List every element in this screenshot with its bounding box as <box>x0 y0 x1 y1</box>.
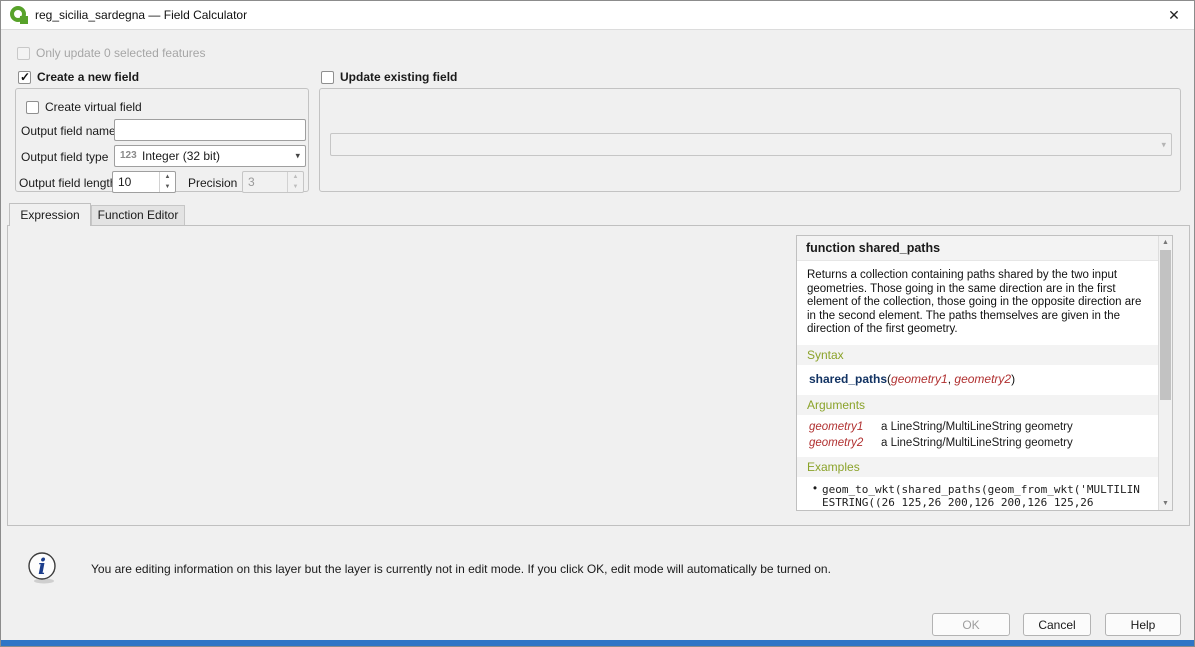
spin-up-icon[interactable]: ▲ <box>288 172 303 182</box>
bullet-icon: • <box>813 483 817 495</box>
examples-header: Examples <box>797 457 1160 477</box>
create-new-field-label: Create a new field <box>37 70 139 85</box>
output-field-type-label: Output field type <box>21 150 108 165</box>
create-virtual-field-label: Create virtual field <box>45 100 142 115</box>
help-description: Returns a collection containing paths sh… <box>797 261 1160 343</box>
syntax-token: shared_paths <box>809 372 887 386</box>
integer-type-icon: 123 <box>120 146 137 166</box>
output-field-name-input[interactable] <box>114 119 306 141</box>
argument-name: geometry1 <box>809 421 881 433</box>
only-update-checkbox[interactable] <box>17 47 30 60</box>
tab-function-editor[interactable]: Function Editor <box>91 205 185 226</box>
syntax-token: geometry2 <box>954 372 1011 386</box>
spin-up-icon[interactable]: ▲ <box>160 172 175 182</box>
chevron-down-icon: ▾ <box>295 151 300 162</box>
scrollbar-up-icon[interactable]: ▲ <box>1159 236 1172 249</box>
syntax-token: geometry1 <box>891 372 948 386</box>
update-existing-field-label: Update existing field <box>340 70 457 85</box>
scrollbar-thumb[interactable] <box>1160 250 1171 400</box>
help-button[interactable]: Help <box>1105 613 1181 636</box>
output-field-type-select[interactable]: 123 Integer (32 bit) ▾ <box>114 145 306 167</box>
info-icon: i <box>25 550 61 586</box>
output-field-type-value: Integer (32 bit) <box>142 146 220 166</box>
help-panel: function shared_paths Returns a collecti… <box>796 235 1173 511</box>
spin-down-icon[interactable]: ▼ <box>160 182 175 192</box>
window-titlebar: reg_sicilia_sardegna — Field Calculator … <box>1 1 1194 30</box>
precision-spinner[interactable]: 3 ▲▼ <box>242 171 304 193</box>
argument-desc: a LineString/MultiLineString geometry <box>881 421 1073 433</box>
argument-desc: a LineString/MultiLineString geometry <box>881 437 1073 449</box>
update-field-groupbox: ▾ <box>319 88 1181 192</box>
ok-button[interactable]: OK <box>932 613 1010 636</box>
close-button[interactable]: ✕ <box>1160 1 1188 29</box>
tab-expression[interactable]: Expression <box>9 203 91 226</box>
new-field-groupbox: Create virtual field Output field name O… <box>15 88 309 192</box>
arguments-header: Arguments <box>797 395 1160 415</box>
only-update-label: Only update 0 selected features <box>36 46 205 61</box>
output-field-length-value: 10 <box>118 172 131 192</box>
create-virtual-field-checkbox[interactable] <box>26 101 39 114</box>
field-calculator-dialog: reg_sicilia_sardegna — Field Calculator … <box>0 0 1195 647</box>
close-icon: ✕ <box>1168 7 1180 23</box>
precision-value: 3 <box>248 172 255 192</box>
spin-down-icon[interactable]: ▼ <box>288 182 303 192</box>
arguments-table: geometry1a LineString/MultiLineString ge… <box>797 415 1160 455</box>
argument-name: geometry2 <box>809 437 881 449</box>
output-field-length-label: Output field length <box>19 176 116 191</box>
argument-row: geometry2a LineString/MultiLineString ge… <box>797 435 1160 451</box>
edit-mode-message: You are editing information on this laye… <box>91 562 1091 577</box>
help-content: function shared_paths Returns a collecti… <box>797 236 1160 510</box>
cancel-button[interactable]: Cancel <box>1023 613 1091 636</box>
output-field-name-label: Output field name <box>21 124 116 139</box>
output-field-length-spinner[interactable]: 10 ▲▼ <box>112 171 176 193</box>
syntax-token: ) <box>1011 372 1015 386</box>
create-new-field-checkbox[interactable] <box>18 71 31 84</box>
example-item: • geom_to_wkt(shared_paths(geom_from_wkt(… <box>797 477 1160 510</box>
precision-label: Precision <box>188 176 237 191</box>
example-code: geom_to_wkt(shared_paths(geom_from_wkt('… <box>822 483 1140 510</box>
help-function-title: function shared_paths <box>797 236 1160 261</box>
syntax-header: Syntax <box>797 345 1160 365</box>
svg-text:i: i <box>38 554 46 579</box>
window-title: reg_sicilia_sardegna — Field Calculator <box>35 1 247 29</box>
update-existing-field-checkbox[interactable] <box>321 71 334 84</box>
bottom-accent-strip <box>1 640 1194 646</box>
syntax-code: shared_paths(geometry1, geometry2) <box>797 365 1160 393</box>
existing-field-select[interactable]: ▾ <box>330 133 1172 156</box>
scrollbar-down-icon[interactable]: ▼ <box>1159 497 1172 510</box>
qgis-logo-icon <box>9 5 29 25</box>
chevron-down-icon: ▾ <box>1161 139 1166 150</box>
argument-row: geometry1a LineString/MultiLineString ge… <box>797 419 1160 435</box>
help-scrollbar[interactable]: ▲ ▼ <box>1158 236 1172 510</box>
